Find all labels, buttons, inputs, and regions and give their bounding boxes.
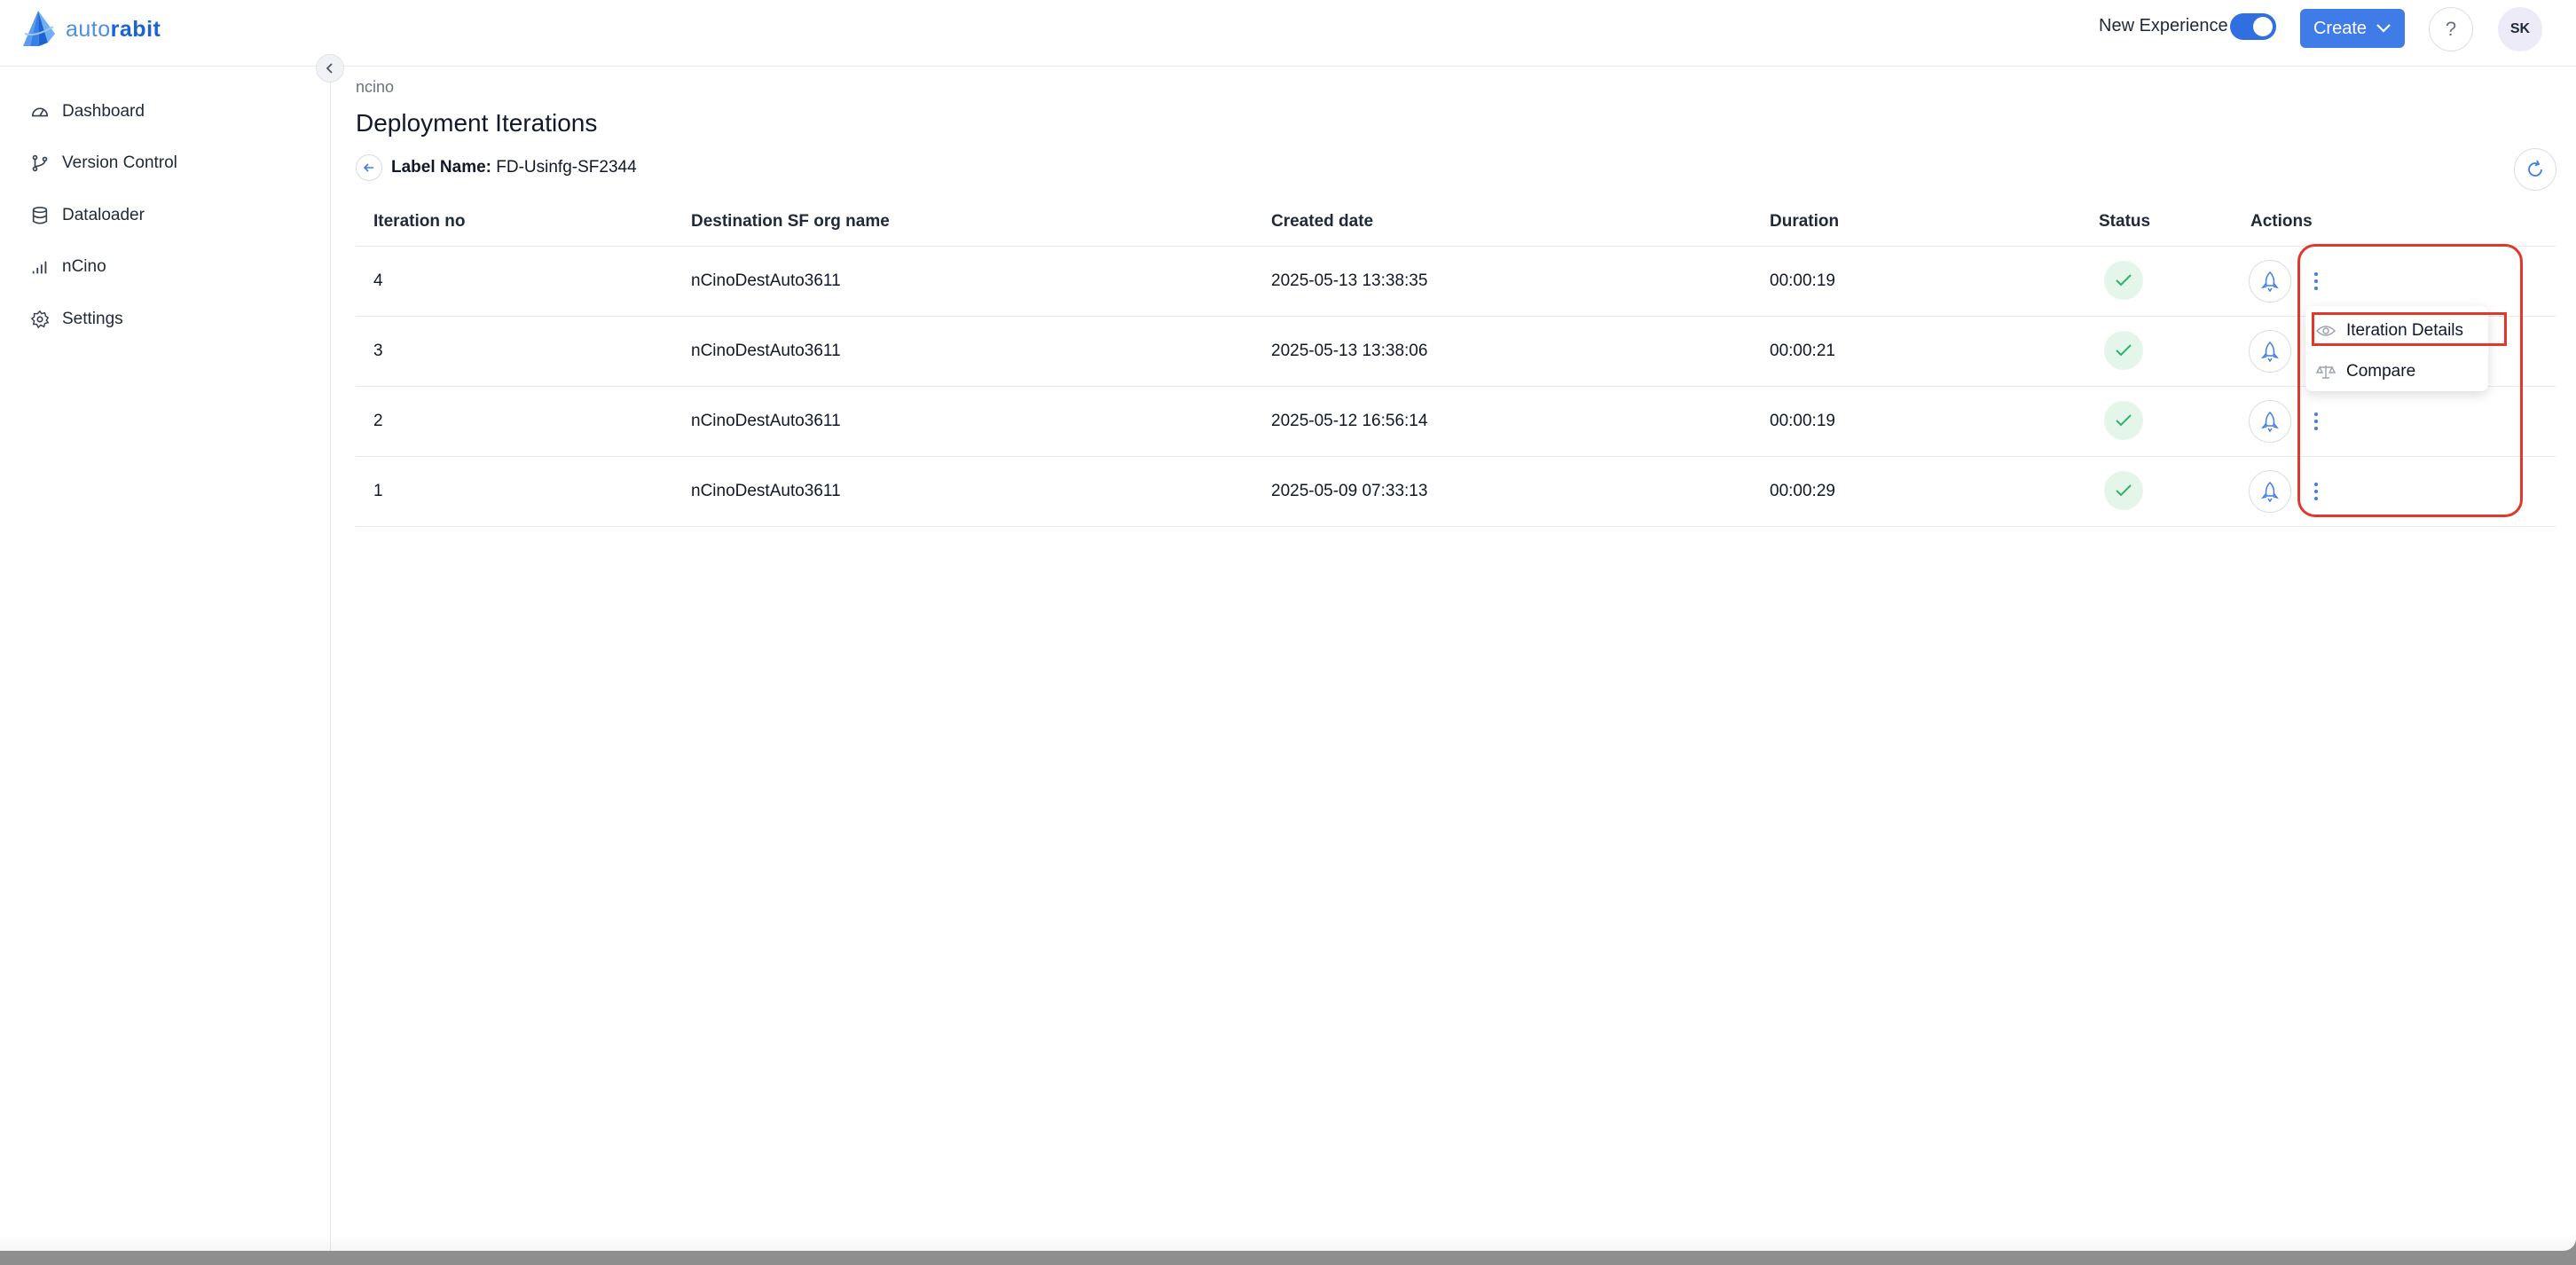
create-button-label: Create xyxy=(2313,18,2368,38)
new-experience-label: New Experience xyxy=(2099,16,2228,35)
check-icon xyxy=(2116,274,2132,287)
sidebar-item-label: nCino xyxy=(62,257,106,276)
deploy-button[interactable] xyxy=(2249,400,2291,443)
column-header-iteration: Iteration no xyxy=(373,212,466,231)
rocket-icon xyxy=(2261,481,2279,502)
check-icon xyxy=(2116,344,2132,357)
help-button[interactable]: ? xyxy=(2429,7,2473,51)
status-badge xyxy=(2104,331,2143,370)
duration: 00:00:19 xyxy=(1770,271,1835,290)
window-bottom-shade xyxy=(0,1235,2576,1251)
sidebar-item-label: Version Control xyxy=(62,153,177,172)
iteration-details-highlight-box xyxy=(2312,312,2507,346)
status-badge xyxy=(2104,261,2143,300)
sidebar-item-settings[interactable]: Settings xyxy=(30,302,123,337)
table-row: 2 nCinoDestAuto3611 2025-05-12 16:56:14 … xyxy=(356,387,2556,457)
column-header-org: Destination SF org name xyxy=(691,212,890,231)
iteration-number: 3 xyxy=(373,342,383,360)
new-experience-toggle[interactable] xyxy=(2230,13,2276,40)
create-button[interactable]: Create xyxy=(2300,9,2405,48)
iterations-table: Iteration no Destination SF org name Cre… xyxy=(356,200,2556,527)
column-header-created: Created date xyxy=(1271,212,1374,231)
table-row: 3 nCinoDestAuto3611 2025-05-13 13:38:06 … xyxy=(356,317,2556,387)
duration: 00:00:21 xyxy=(1770,342,1835,360)
created-date: 2025-05-12 16:56:14 xyxy=(1271,412,1428,430)
sidebar-item-dataloader[interactable]: Dataloader xyxy=(30,198,145,233)
deploy-button[interactable] xyxy=(2249,470,2291,513)
sidebar-item-label: Settings xyxy=(62,310,123,328)
column-header-status: Status xyxy=(2099,212,2151,231)
rocket-icon xyxy=(2261,411,2279,432)
breadcrumb[interactable]: ncino xyxy=(356,78,394,97)
sidebar: Dashboard Version Control Dataloader nCi… xyxy=(0,67,331,1251)
sidebar-collapse-button[interactable] xyxy=(316,54,344,82)
chevron-left-icon xyxy=(326,63,333,74)
table-header: Iteration no Destination SF org name Cre… xyxy=(356,200,2556,247)
org-name: nCinoDestAuto3611 xyxy=(691,412,841,430)
deploy-button[interactable] xyxy=(2249,330,2291,373)
created-date: 2025-05-13 13:38:06 xyxy=(1271,342,1428,360)
top-bar: autorabit New Experience Create ? SK xyxy=(0,0,2576,67)
app-logo[interactable]: autorabit xyxy=(18,7,161,51)
iteration-number: 2 xyxy=(373,412,383,430)
main-content: ncino Deployment Iterations Label Name: … xyxy=(331,67,2576,1251)
app-window: autorabit New Experience Create ? SK Das… xyxy=(0,0,2576,1251)
status-badge xyxy=(2104,401,2143,440)
question-icon: ? xyxy=(2445,18,2457,40)
org-name: nCinoDestAuto3611 xyxy=(691,342,841,360)
refresh-button[interactable] xyxy=(2514,148,2556,191)
table-row: 4 nCinoDestAuto3611 2025-05-13 13:38:35 … xyxy=(356,247,2556,317)
sidebar-item-dashboard[interactable]: Dashboard xyxy=(30,94,145,130)
logo-text: autorabit xyxy=(66,16,161,42)
label-name: Label Name: FD-Usinfg-SF2344 xyxy=(391,158,637,177)
signal-bars-icon xyxy=(32,261,47,274)
created-date: 2025-05-13 13:38:35 xyxy=(1271,271,1428,290)
sidebar-item-label: Dataloader xyxy=(62,206,145,224)
org-name: nCinoDestAuto3611 xyxy=(691,482,841,500)
iteration-number: 1 xyxy=(373,482,383,500)
check-icon xyxy=(2116,484,2132,497)
rocket-icon xyxy=(2261,271,2279,292)
column-header-duration: Duration xyxy=(1770,212,1840,231)
duration: 00:00:19 xyxy=(1770,412,1835,430)
column-header-actions: Actions xyxy=(2250,212,2313,231)
autorabit-logo-icon xyxy=(23,11,55,46)
refresh-icon xyxy=(2528,160,2542,177)
label-name-value: FD-Usinfg-SF2344 xyxy=(496,158,637,177)
duration: 00:00:29 xyxy=(1770,482,1835,500)
status-badge xyxy=(2104,471,2143,510)
actions-highlight-box xyxy=(2297,244,2523,517)
toggle-knob xyxy=(2253,17,2273,36)
arrow-left-icon xyxy=(363,163,373,172)
deploy-button[interactable] xyxy=(2249,260,2291,302)
table-row: 1 nCinoDestAuto3611 2025-05-09 07:33:13 … xyxy=(356,457,2556,527)
sidebar-item-version-control[interactable]: Version Control xyxy=(30,145,177,181)
user-avatar[interactable]: SK xyxy=(2498,7,2542,51)
org-name: nCinoDestAuto3611 xyxy=(691,271,841,290)
branch-icon xyxy=(32,154,48,172)
check-icon xyxy=(2116,414,2132,427)
rocket-icon xyxy=(2261,341,2279,362)
chevron-down-icon xyxy=(2376,24,2391,33)
sidebar-item-ncino[interactable]: nCino xyxy=(30,249,106,285)
gear-icon xyxy=(30,310,50,329)
avatar-initials: SK xyxy=(2509,21,2531,36)
back-button[interactable] xyxy=(356,154,382,181)
page-title: Deployment Iterations xyxy=(356,109,598,137)
sidebar-item-label: Dashboard xyxy=(62,102,145,121)
dashboard-icon xyxy=(31,107,49,117)
created-date: 2025-05-09 07:33:13 xyxy=(1271,482,1428,500)
iteration-number: 4 xyxy=(373,271,383,290)
database-icon xyxy=(32,207,48,224)
